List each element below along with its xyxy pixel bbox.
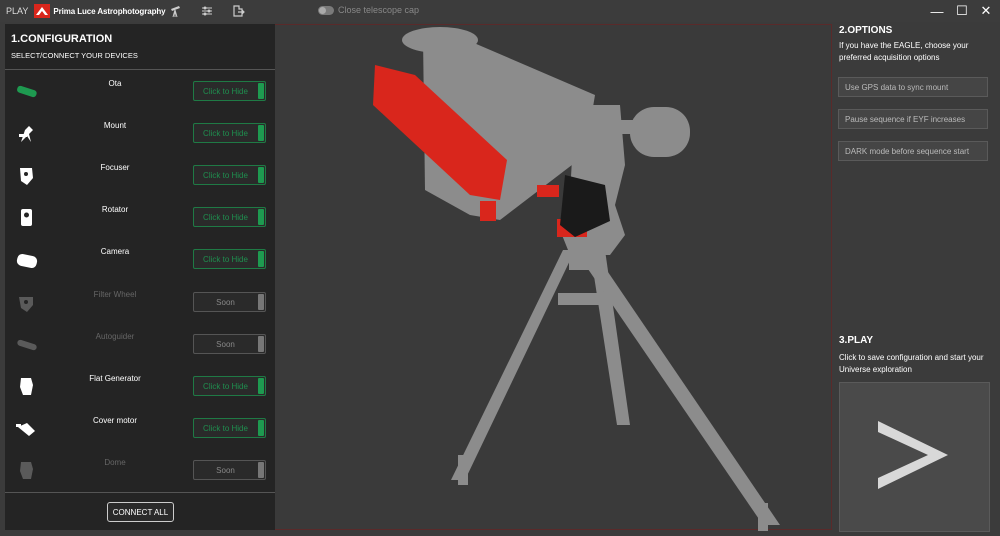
device-row-autoguider: Autoguider Soon bbox=[5, 324, 275, 366]
accessory-tray bbox=[558, 293, 608, 305]
close-cap-toggle[interactable] bbox=[318, 6, 334, 15]
device-label: Rotator bbox=[101, 205, 129, 214]
divider bbox=[5, 492, 275, 493]
minimize-button[interactable]: — bbox=[929, 3, 945, 19]
autoguider-soon-button[interactable]: Soon bbox=[193, 334, 266, 354]
device-row-focuser: Focuser Click to Hide bbox=[5, 155, 275, 197]
camera-hide-button[interactable]: Click to Hide bbox=[193, 249, 266, 269]
tube-front bbox=[402, 27, 478, 53]
gps-sync-button[interactable]: Use GPS data to sync mount bbox=[838, 77, 988, 97]
app-title: PLAY bbox=[6, 6, 29, 16]
rotator-handle bbox=[480, 201, 496, 221]
camera-icon bbox=[16, 253, 38, 269]
ota-icon bbox=[17, 85, 37, 98]
rotator-icon bbox=[21, 209, 32, 226]
filter-wheel-soon-button[interactable]: Soon bbox=[193, 292, 266, 312]
device-row-flat-generator: Flat Generator Click to Hide bbox=[5, 366, 275, 408]
flat-generator-hide-button[interactable]: Click to Hide bbox=[193, 376, 266, 396]
device-label: Cover motor bbox=[92, 416, 137, 425]
cover-motor-icon bbox=[16, 423, 35, 436]
focuser-knob bbox=[537, 185, 559, 197]
dome-soon-button[interactable]: Soon bbox=[193, 460, 266, 480]
device-label: Focuser bbox=[100, 163, 130, 172]
dark-mode-button[interactable]: DARK mode before sequence start bbox=[838, 141, 988, 161]
configuration-subtitle: SELECT/CONNECT YOUR DEVICES bbox=[11, 51, 138, 60]
pause-sequence-button[interactable]: Pause sequence if EYF increases bbox=[838, 109, 988, 129]
play-title: 3.PLAY bbox=[839, 335, 874, 346]
connect-all-button[interactable]: CONNECT ALL bbox=[107, 502, 174, 522]
counterweight bbox=[630, 107, 690, 157]
title-bar: PLAY Prima Luce Astrophotography Close t… bbox=[0, 0, 1000, 22]
telescope-render bbox=[373, 27, 780, 531]
focuser-icon bbox=[20, 168, 33, 185]
tripod-leg-left bbox=[451, 250, 575, 480]
options-description: If you have the EAGLE, choose your prefe… bbox=[839, 41, 969, 62]
telescope-icon[interactable] bbox=[169, 4, 183, 18]
configuration-panel: 1.CONFIGURATION SELECT/CONNECT YOUR DEVI… bbox=[5, 24, 275, 530]
device-label: Dome bbox=[104, 458, 126, 467]
app-window: PLAY Prima Luce Astrophotography Close t… bbox=[0, 0, 1000, 536]
device-label: Autoguider bbox=[95, 332, 135, 341]
close-button[interactable]: ✕ bbox=[978, 3, 994, 19]
device-row-dome: Dome Soon bbox=[5, 450, 275, 492]
ota-hide-button[interactable]: Click to Hide bbox=[193, 81, 266, 101]
filter-wheel-icon bbox=[19, 297, 33, 312]
cover-motor-hide-button[interactable]: Click to Hide bbox=[193, 418, 266, 438]
play-button[interactable] bbox=[839, 382, 990, 532]
device-label: Flat Generator bbox=[89, 374, 141, 383]
device-row-ota: Ota Click to Hide bbox=[5, 71, 275, 113]
primaluce-logo-icon bbox=[34, 4, 51, 18]
device-row-cover-motor: Cover motor Click to Hide bbox=[5, 408, 275, 450]
dome-icon bbox=[20, 462, 33, 479]
leg-foot-back bbox=[758, 503, 768, 531]
device-row-camera: Camera Click to Hide bbox=[5, 239, 275, 281]
focuser-hide-button[interactable]: Click to Hide bbox=[193, 165, 266, 185]
close-cap-label: Close telescope cap bbox=[338, 5, 420, 15]
mount-hide-button[interactable]: Click to Hide bbox=[193, 123, 266, 143]
device-row-filter-wheel: Filter Wheel Soon bbox=[5, 282, 275, 324]
rotator-hide-button[interactable]: Click to Hide bbox=[193, 207, 266, 227]
tripod-leg-back bbox=[575, 250, 780, 525]
mount-icon bbox=[19, 126, 33, 142]
maximize-button[interactable]: ☐ bbox=[954, 3, 970, 19]
settings-sliders-icon[interactable] bbox=[200, 4, 214, 18]
device-row-rotator: Rotator Click to Hide bbox=[5, 197, 275, 239]
leg-foot-left bbox=[458, 455, 468, 485]
brand-name: Prima Luce Astrophotography bbox=[53, 6, 166, 16]
telescope-viewport[interactable] bbox=[275, 24, 832, 531]
autoguider-icon bbox=[17, 339, 37, 351]
options-title: 2.OPTIONS bbox=[839, 25, 893, 36]
device-label: Filter Wheel bbox=[93, 290, 137, 299]
play-description: Click to save configuration and start yo… bbox=[839, 353, 984, 374]
export-icon[interactable] bbox=[231, 4, 245, 18]
device-label: Ota bbox=[108, 79, 122, 88]
divider bbox=[5, 69, 275, 70]
options-panel: 2.OPTIONS If you have the EAGLE, choose … bbox=[833, 22, 1000, 536]
device-label: Mount bbox=[103, 121, 127, 130]
flat-generator-icon bbox=[20, 378, 33, 395]
play-arrow-icon bbox=[878, 421, 948, 489]
device-label: Camera bbox=[100, 247, 130, 256]
device-row-mount: Mount Click to Hide bbox=[5, 113, 275, 155]
configuration-title: 1.CONFIGURATION bbox=[11, 33, 113, 45]
